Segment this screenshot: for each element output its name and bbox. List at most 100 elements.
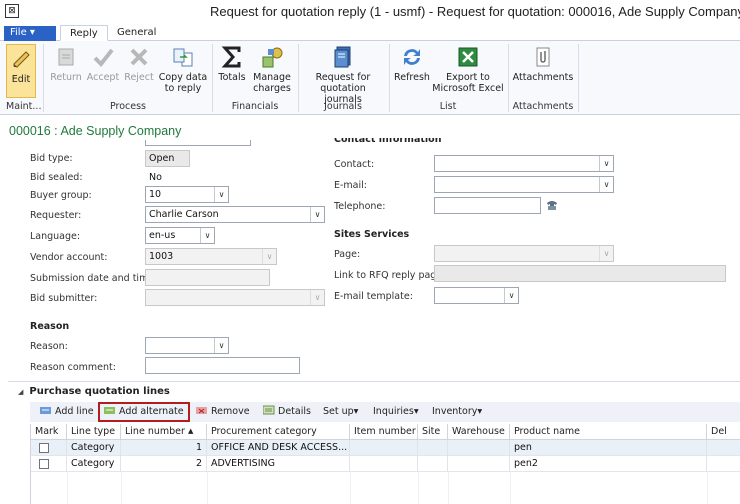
bid-submitter-field: ∨ <box>145 289 325 306</box>
tab-reply[interactable]: Reply <box>60 25 108 41</box>
remove-button[interactable]: Remove <box>196 404 250 420</box>
contact-label: Contact: <box>334 159 375 170</box>
contact-field[interactable]: ∨ <box>434 155 614 172</box>
product-name-cell[interactable]: pen2 <box>510 456 707 472</box>
chevron-down-icon[interactable]: ∨ <box>200 228 214 243</box>
chevron-down-icon[interactable]: ∨ <box>214 187 228 202</box>
chevron-down-icon[interactable]: ∨ <box>599 156 613 171</box>
mark-cell[interactable] <box>31 440 67 456</box>
ribbon-separator <box>578 44 579 112</box>
column-header-mark[interactable]: Mark <box>31 424 67 440</box>
column-guide <box>510 472 511 504</box>
reject-button[interactable]: Reject <box>122 43 156 83</box>
product-name-cell[interactable]: pen <box>510 440 707 456</box>
buyer-group-field[interactable]: 10 ∨ <box>145 186 229 203</box>
attachments-button[interactable]: Attachments <box>512 43 574 83</box>
ribbon-separator <box>389 44 390 112</box>
file-tab-label: File <box>10 27 27 38</box>
procurement-category-cell[interactable]: OFFICE AND DESK ACCESS... <box>207 440 350 456</box>
column-header-line-number[interactable]: Line number ▲ <box>121 424 207 440</box>
chevron-down-icon[interactable]: ∨ <box>599 177 613 192</box>
add-line-button[interactable]: Add line <box>40 404 94 420</box>
column-header-delivery[interactable]: Del <box>707 424 740 440</box>
table-row[interactable]: Category 1 OFFICE AND DESK ACCESS... pen <box>31 440 740 456</box>
copy-data-to-reply-button[interactable]: Copy data to reply <box>158 43 208 94</box>
x-mark-icon <box>127 45 151 69</box>
vendor-account-field: 1003 ∨ <box>145 248 277 265</box>
chevron-down-icon[interactable]: ∨ <box>214 338 228 353</box>
column-guide <box>121 472 122 504</box>
requester-field[interactable]: Charlie Carson ∨ <box>145 206 325 223</box>
totals-button[interactable]: Totals <box>216 43 248 83</box>
column-header-site[interactable]: Site <box>418 424 448 440</box>
add-line-icon <box>40 405 52 415</box>
refresh-button[interactable]: Refresh <box>393 43 431 83</box>
line-type-cell[interactable]: Category <box>67 456 121 472</box>
inventory-menu[interactable]: Inventory▾ <box>432 404 482 420</box>
site-cell[interactable] <box>418 456 448 472</box>
vendor-account-label: Vendor account: <box>30 252 108 263</box>
email-template-field[interactable]: ∨ <box>434 287 519 304</box>
column-header-product-name[interactable]: Product name <box>510 424 707 440</box>
accept-label: Accept <box>86 72 120 83</box>
mark-checkbox[interactable] <box>39 443 49 453</box>
ribbon-separator <box>43 44 44 112</box>
email-field[interactable]: ∨ <box>434 176 614 193</box>
buyer-group-value: 10 <box>149 189 162 200</box>
return-button[interactable]: Return <box>48 43 84 83</box>
line-number-cell[interactable]: 1 <box>121 440 207 456</box>
phone-icon[interactable] <box>545 199 559 211</box>
remove-label: Remove <box>211 406 250 417</box>
column-header-procurement-category[interactable]: Procurement category <box>207 424 350 440</box>
chevron-down-icon[interactable]: ∨ <box>310 207 324 222</box>
item-number-cell[interactable] <box>350 440 418 456</box>
rfq-journals-label: Request for <box>315 72 371 83</box>
chevron-down-icon[interactable]: ∨ <box>504 288 518 303</box>
warehouse-cell[interactable] <box>448 440 510 456</box>
refresh-label: Refresh <box>394 72 430 83</box>
column-header-warehouse[interactable]: Warehouse <box>448 424 510 440</box>
table-row[interactable]: Category 2 ADVERTISING pen2 <box>31 456 740 472</box>
chevron-down-icon: ∨ <box>310 290 324 305</box>
column-header-line-type[interactable]: Line type <box>67 424 121 440</box>
edit-button[interactable]: Edit <box>6 44 36 98</box>
site-cell[interactable] <box>418 440 448 456</box>
mark-cell[interactable] <box>31 456 67 472</box>
refresh-icon <box>400 45 424 69</box>
purchase-quotation-lines-header[interactable]: ◢ Purchase quotation lines <box>18 386 170 397</box>
set-up-menu[interactable]: Set up▾ <box>323 404 358 420</box>
charges-icon <box>260 45 284 69</box>
line-number-header-label: Line number <box>125 426 185 437</box>
line-number-cell[interactable]: 2 <box>121 456 207 472</box>
page-label: Page: <box>334 249 361 260</box>
reason-field[interactable]: ∨ <box>145 337 229 354</box>
inventory-label: Inventory <box>432 406 478 417</box>
item-number-cell[interactable] <box>350 456 418 472</box>
mark-checkbox[interactable] <box>39 459 49 469</box>
inquiries-menu[interactable]: Inquiries▾ <box>373 404 419 420</box>
system-menu-icon[interactable]: ⊠ <box>5 4 19 18</box>
reason-section-title: Reason <box>30 321 70 332</box>
language-field[interactable]: en-us ∨ <box>145 227 215 244</box>
rfq-journals-button[interactable]: Request for quotation journals <box>300 43 386 105</box>
ribbon-separator <box>508 44 509 112</box>
accept-button[interactable]: Accept <box>86 43 120 83</box>
add-alternate-button[interactable]: Add alternate <box>98 402 190 422</box>
procurement-category-cell[interactable]: ADVERTISING <box>207 456 350 472</box>
export-to-excel-button[interactable]: Export to Microsoft Excel <box>432 43 504 94</box>
warehouse-cell[interactable] <box>448 456 510 472</box>
requester-label: Requester: <box>30 210 82 221</box>
copy-data-label: Copy data <box>158 72 208 83</box>
file-tab[interactable]: File ▾ <box>4 26 56 41</box>
manage-charges-button[interactable]: Manage charges <box>250 43 294 94</box>
details-button[interactable]: Details <box>262 404 311 420</box>
tab-general[interactable]: General <box>108 25 165 41</box>
column-guide <box>350 472 351 504</box>
line-type-cell[interactable]: Category <box>67 440 121 456</box>
column-guide <box>448 472 449 504</box>
manage-charges-label: Manage <box>253 72 291 83</box>
reason-comment-field[interactable] <box>145 357 300 374</box>
telephone-field[interactable] <box>434 197 541 214</box>
column-header-item-number[interactable]: Item number <box>350 424 418 440</box>
set-up-label: Set up <box>323 406 354 417</box>
